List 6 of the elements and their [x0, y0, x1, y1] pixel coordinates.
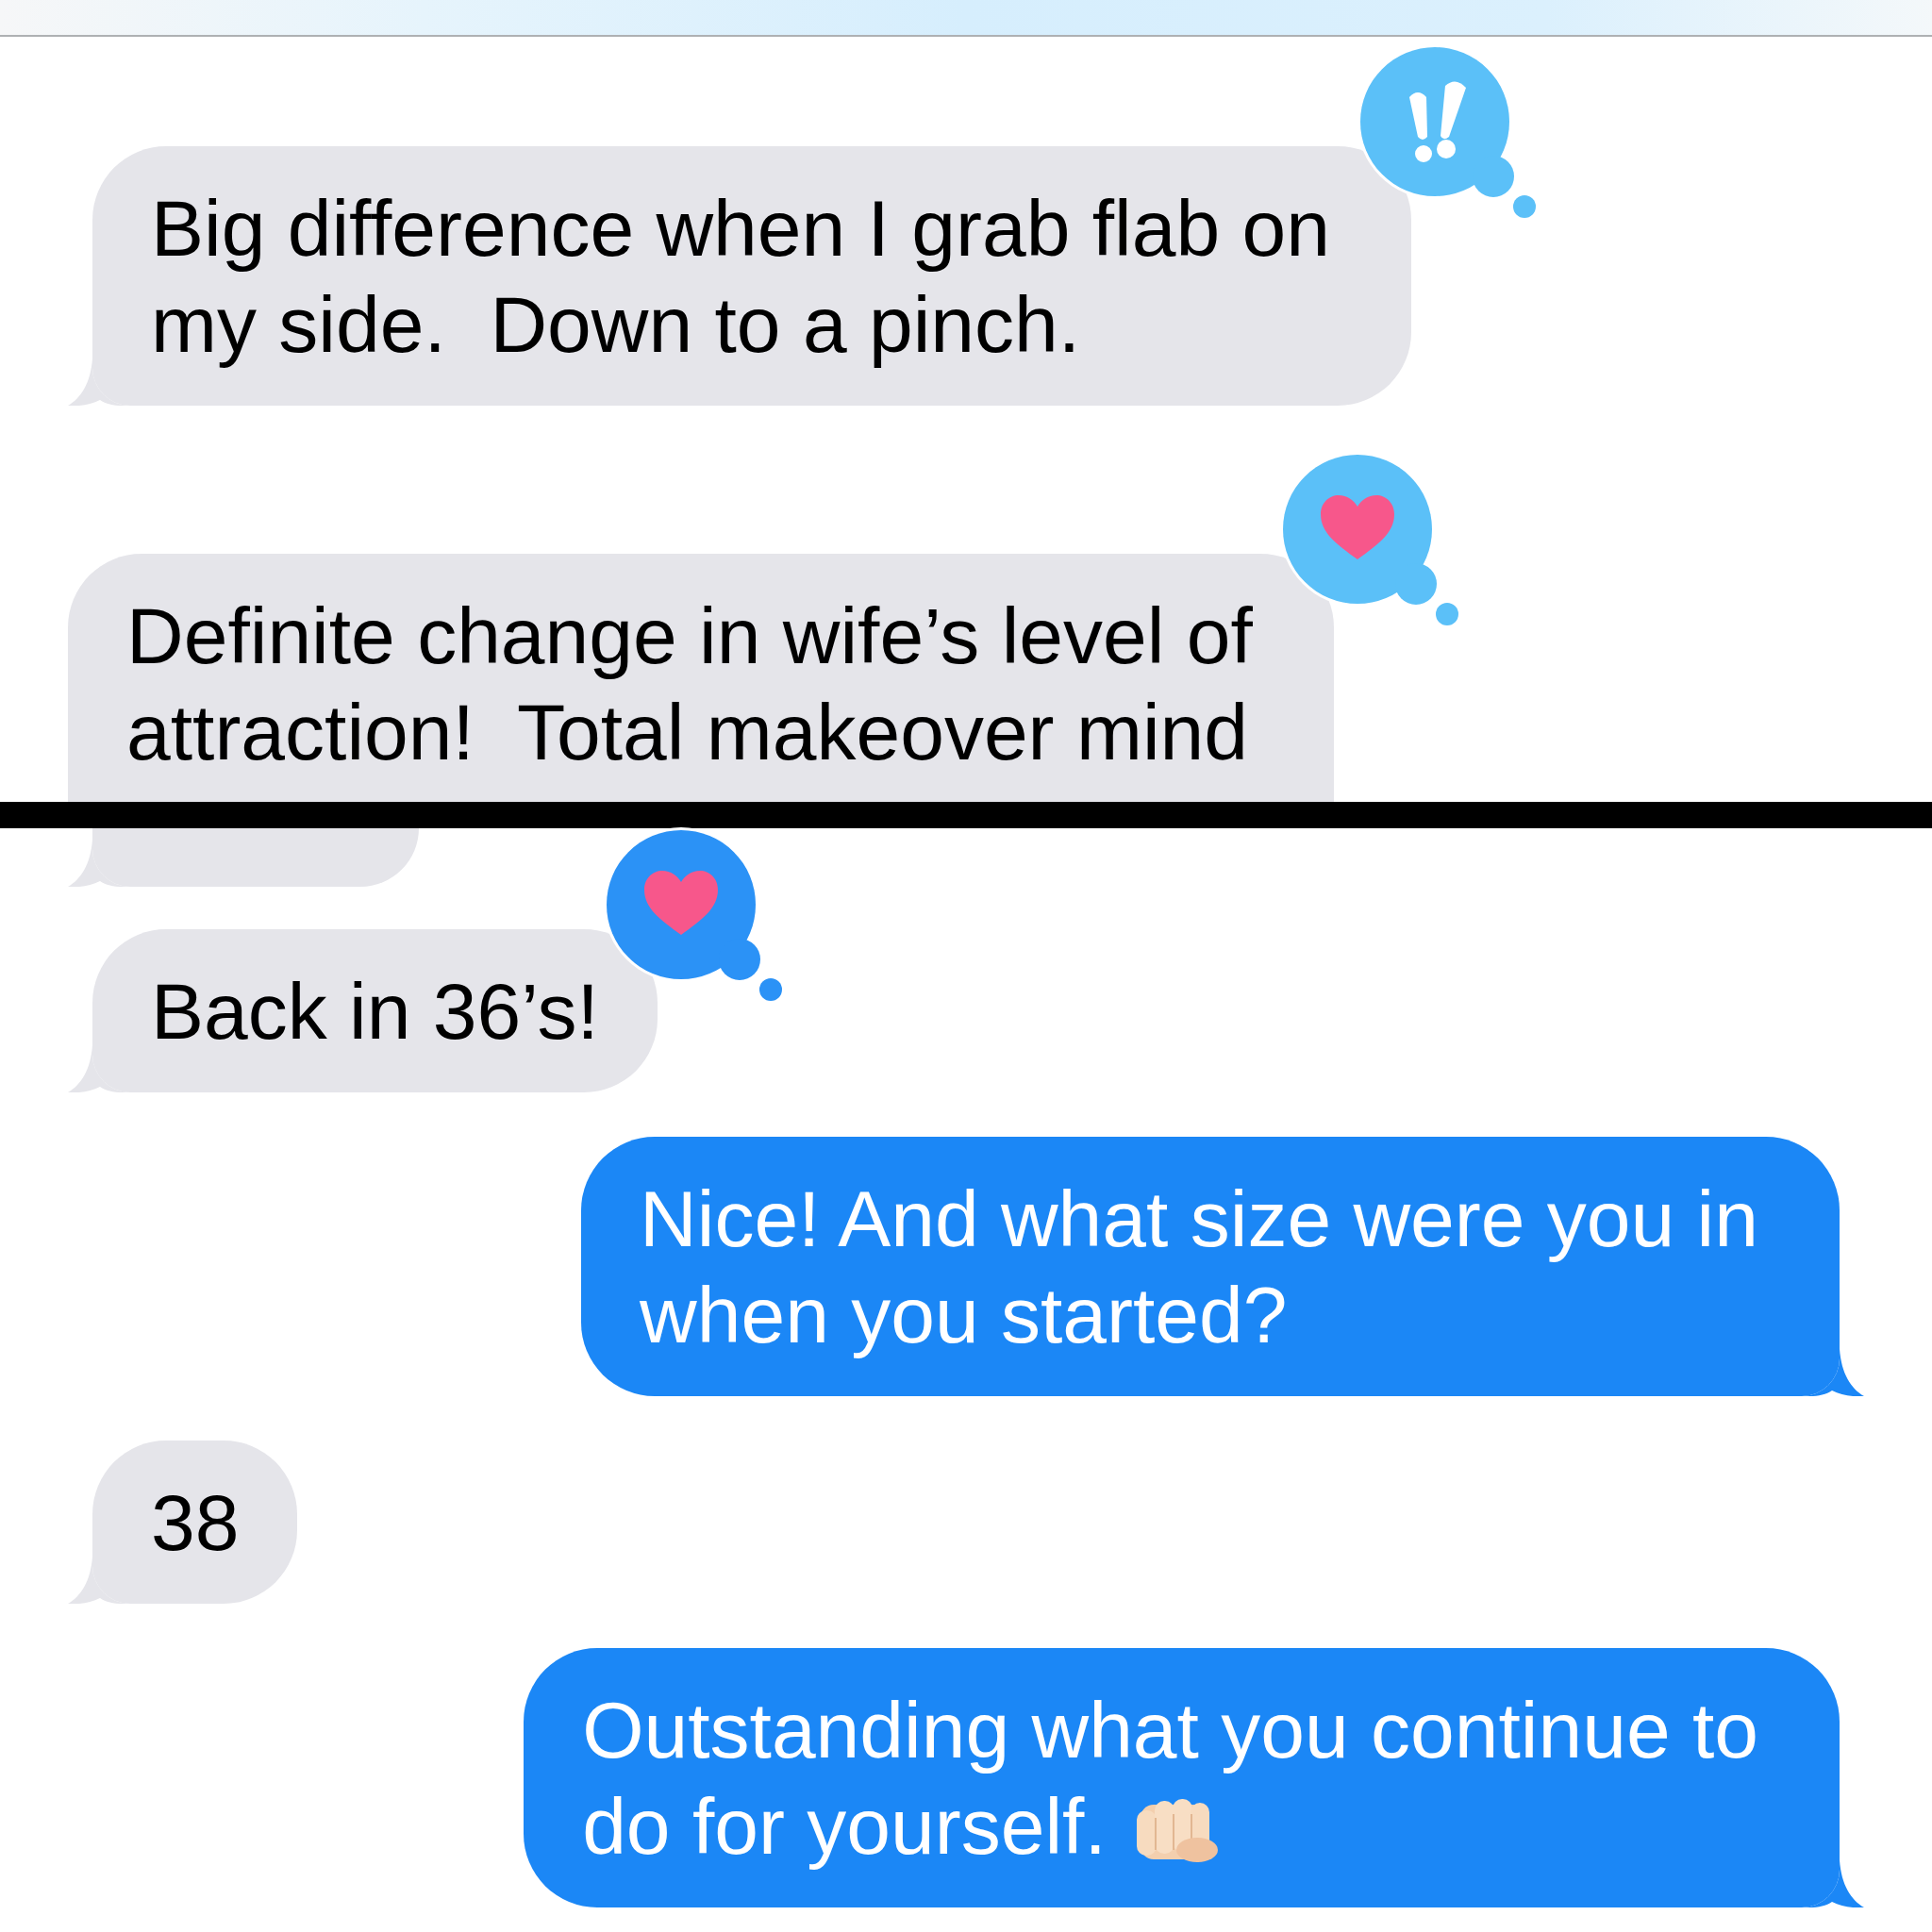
message-text: Big difference when I grab flab on my side. Down to a pinch. — [151, 184, 1330, 369]
message-text: Back in 36’s! — [151, 967, 599, 1056]
message-text: Nice! And what size were you in when you started? — [640, 1174, 1758, 1359]
message-text: Definite change in wife’s level of attraction! Total makeover mind — [126, 591, 1253, 776]
message-text: 38 — [151, 1478, 240, 1567]
message-text: Outstanding what you continue to do for yourself. — [582, 1686, 1758, 1871]
